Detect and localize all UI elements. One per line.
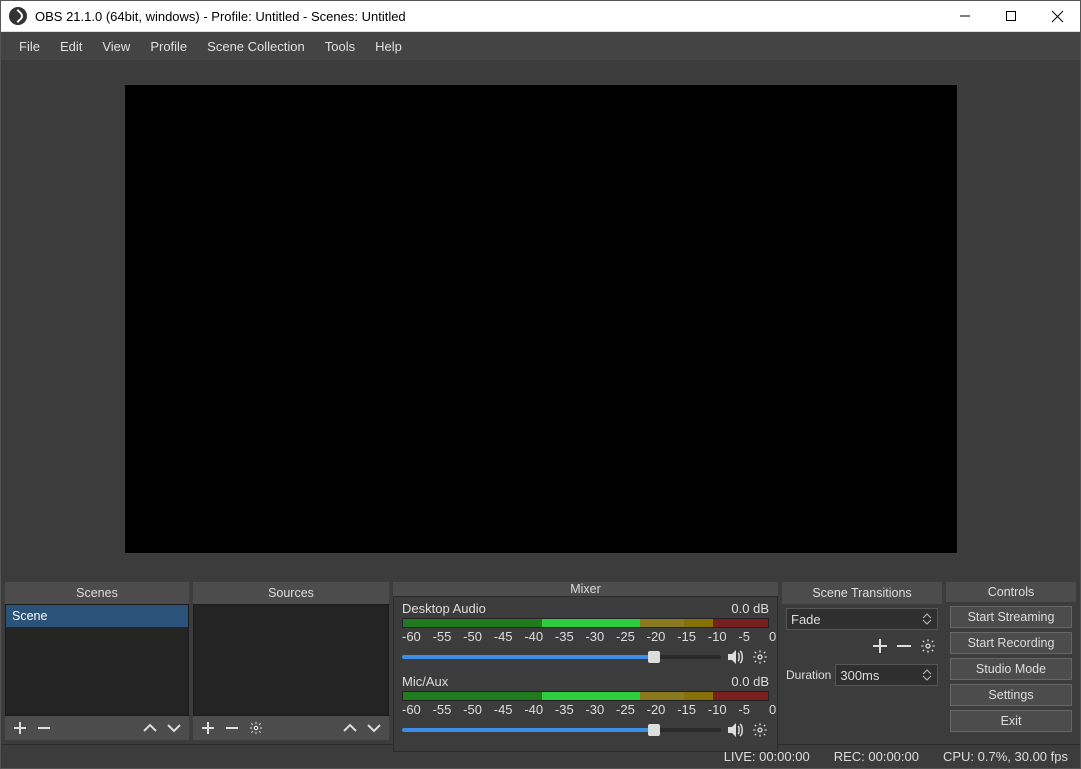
minimize-button[interactable] [942,1,988,31]
sources-list[interactable] [193,604,389,716]
speaker-icon[interactable] [727,648,745,666]
scenes-header: Scenes [5,582,189,604]
scenes-list[interactable]: Scene [5,604,189,716]
scenes-panel: Scenes Scene [5,582,189,740]
mixer-body: Desktop Audio 0.0 dB -60-55-50-45-40-35-3… [393,596,778,752]
channel-name: Mic/Aux [402,674,448,689]
exit-button[interactable]: Exit [950,710,1072,732]
sources-panel: Sources [193,582,389,740]
vu-meter [402,691,769,701]
mixer-channel: Mic/Aux 0.0 dB -60-55-50-45-40-35-30-25-2… [402,674,769,739]
add-scene-button[interactable] [11,719,29,737]
settings-button[interactable]: Settings [950,684,1072,706]
close-button[interactable] [1034,1,1080,31]
status-rec: REC: 00:00:00 [834,749,919,764]
meter-ticks: -60-55-50-45-40-35-30-25-20-15-10-50 [402,629,769,644]
menu-scene-collection[interactable]: Scene Collection [197,35,315,58]
mixer-panel: Mixer Desktop Audio 0.0 dB -60-55-50-45-4… [393,582,778,740]
preview-area [1,60,1080,578]
transitions-panel: Scene Transitions Fade Duration 300ms [782,582,942,740]
menu-tools[interactable]: Tools [315,35,365,58]
scene-up-button[interactable] [141,719,159,737]
meter-ticks: -60-55-50-45-40-35-30-25-20-15-10-50 [402,702,769,717]
controls-panel: Controls Start Streaming Start Recording… [946,582,1076,740]
scenes-toolbar [5,716,189,740]
menu-profile[interactable]: Profile [140,35,197,58]
volume-slider[interactable] [402,728,721,732]
studio-mode-button[interactable]: Studio Mode [950,658,1072,680]
obs-logo-icon [9,7,27,25]
controls-body: Start Streaming Start Recording Studio M… [946,602,1076,740]
window-title: OBS 21.1.0 (64bit, windows) - Profile: U… [35,9,942,24]
transition-select[interactable]: Fade [786,608,938,630]
updown-icon [921,670,933,680]
volume-slider[interactable] [402,655,721,659]
start-recording-button[interactable]: Start Recording [950,632,1072,654]
source-settings-button[interactable] [247,719,265,737]
mixer-header: Mixer [393,582,778,596]
remove-transition-button[interactable] [894,636,914,656]
scene-down-button[interactable] [165,719,183,737]
remove-scene-button[interactable] [35,719,53,737]
transition-props-button[interactable] [918,636,938,656]
duration-value: 300ms [840,668,879,683]
add-source-button[interactable] [199,719,217,737]
scene-item[interactable]: Scene [6,605,188,627]
controls-header: Controls [946,582,1076,602]
transition-value: Fade [791,612,821,627]
menu-help[interactable]: Help [365,35,412,58]
channel-db: 0.0 dB [731,674,769,689]
titlebar: OBS 21.1.0 (64bit, windows) - Profile: U… [1,1,1080,32]
status-cpu: CPU: 0.7%, 30.00 fps [943,749,1068,764]
vu-meter [402,618,769,628]
speaker-icon[interactable] [727,721,745,739]
menu-file[interactable]: File [9,35,50,58]
preview-canvas[interactable] [125,85,957,553]
source-down-button[interactable] [365,719,383,737]
duration-label: Duration [786,668,831,682]
start-streaming-button[interactable]: Start Streaming [950,606,1072,628]
maximize-button[interactable] [988,1,1034,31]
gear-icon[interactable] [751,648,769,666]
mixer-channel: Desktop Audio 0.0 dB -60-55-50-45-40-35-3… [402,601,769,666]
channel-db: 0.0 dB [731,601,769,616]
add-transition-button[interactable] [870,636,890,656]
source-up-button[interactable] [341,719,359,737]
transitions-header: Scene Transitions [782,582,942,604]
transitions-body: Fade Duration 300ms [782,604,942,740]
channel-name: Desktop Audio [402,601,486,616]
duration-spinbox[interactable]: 300ms [835,664,938,686]
menu-edit[interactable]: Edit [50,35,92,58]
updown-icon [921,614,933,624]
sources-header: Sources [193,582,389,604]
remove-source-button[interactable] [223,719,241,737]
sources-toolbar [193,716,389,740]
menu-view[interactable]: View [92,35,140,58]
gear-icon[interactable] [751,721,769,739]
menubar: File Edit View Profile Scene Collection … [1,32,1080,60]
